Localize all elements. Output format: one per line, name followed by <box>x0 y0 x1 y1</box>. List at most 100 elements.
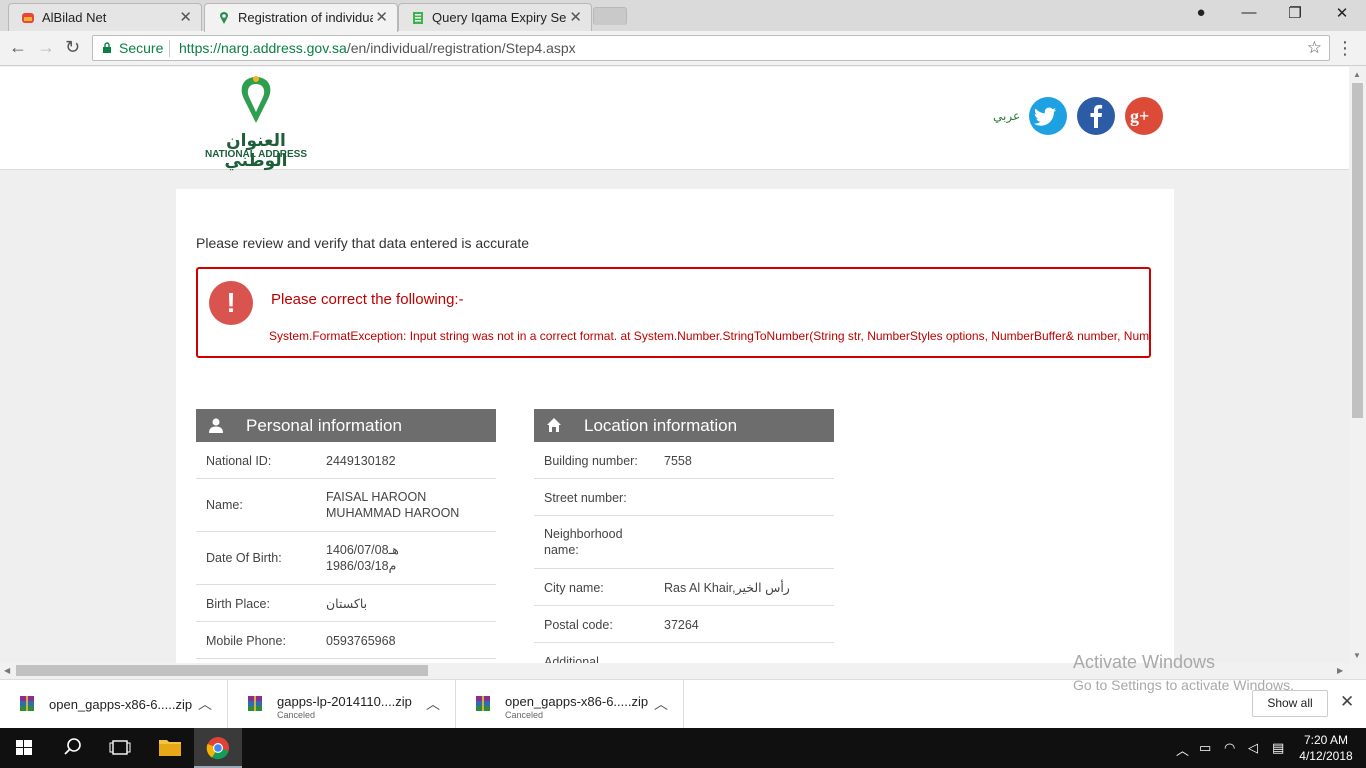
detail-row: National ID: 2449130182 <box>196 442 496 479</box>
url-text[interactable]: https://narg.address.gov.sa/en/individua… <box>179 40 576 56</box>
tab-close-icon[interactable]: ✕ <box>569 8 582 26</box>
error-summary: ! Please correct the following:- System.… <box>196 267 1151 358</box>
search-icon <box>64 738 81 755</box>
chrome-icon <box>206 737 229 760</box>
system-clock[interactable]: 7:20 AM 4/12/2018 <box>1296 732 1356 764</box>
chrome-taskbar-button[interactable] <box>194 728 242 768</box>
activate-windows-title: Activate Windows <box>1073 652 1216 672</box>
field-label: City name: <box>544 581 604 595</box>
field-label: Building number: <box>544 454 638 468</box>
field-label: Additional <box>544 655 599 663</box>
profile-icon[interactable]: ● <box>1186 4 1216 21</box>
download-status: Canceled <box>277 710 316 720</box>
download-item[interactable]: gapps-lp-2014110....zip Canceled ︿ <box>228 680 456 728</box>
download-filename: open_gapps-x86-6.....zip <box>505 694 649 709</box>
user-icon <box>209 418 223 433</box>
archive-file-icon <box>248 696 262 711</box>
location-pin-logo-icon <box>241 76 271 123</box>
browser-tab-strip: AlBilad Net ✕ Registration of individual… <box>0 0 1366 32</box>
show-all-downloads-button[interactable]: Show all <box>1252 690 1328 717</box>
document-favicon-icon <box>413 12 423 24</box>
detail-row: Birth Place: باكستان <box>196 585 496 622</box>
download-item[interactable]: open_gapps-x86-6.....zip Canceled ︿ <box>456 680 684 728</box>
chevron-up-icon[interactable]: ︿ <box>198 694 212 714</box>
show-hidden-icons-icon[interactable]: ︿ <box>1176 740 1189 759</box>
detail-row: Neighborhood name: <box>534 516 834 569</box>
scroll-left-icon[interactable]: ◀ <box>4 666 10 675</box>
detail-row: Street number: <box>534 479 834 516</box>
url-host: https://narg.address.gov.sa <box>179 40 347 56</box>
twitter-icon[interactable] <box>1029 97 1067 135</box>
field-value: 0593765968 <box>326 634 396 648</box>
facebook-icon[interactable] <box>1077 97 1115 135</box>
reload-icon[interactable]: ↻ <box>65 37 80 58</box>
tab-albilad[interactable]: AlBilad Net ✕ <box>8 3 202 31</box>
tab-title: AlBilad Net <box>42 10 107 25</box>
location-information-header: Location information <box>534 409 834 442</box>
svg-text:g+: g+ <box>1130 106 1149 126</box>
field-label: Birth Place: <box>206 597 270 611</box>
browser-toolbar: ← → ↻ Secure https://narg.address.gov.sa… <box>0 31 1366 66</box>
tab-iqama[interactable]: Query Iqama Expiry Servi ✕ <box>398 3 592 31</box>
clock-time: 7:20 AM <box>1303 733 1349 747</box>
language-switch-link[interactable]: عربي <box>993 109 1020 123</box>
detail-row: Mobile Phone: 0593765968 <box>196 622 496 659</box>
battery-icon[interactable]: ▭ <box>1199 740 1211 756</box>
field-label: Date Of Birth: <box>206 551 282 565</box>
start-button[interactable] <box>0 728 48 768</box>
file-explorer-button[interactable] <box>146 728 194 768</box>
page-viewport: العنوان الوطني NATIONAL ADDRESS عربي g+ … <box>0 67 1349 663</box>
chevron-up-icon[interactable]: ︿ <box>654 694 668 714</box>
restore-icon[interactable]: ❐ <box>1280 4 1310 22</box>
field-value-line2: 1986/03/18م <box>326 559 397 573</box>
home-icon <box>547 418 561 432</box>
national-address-favicon-icon <box>219 12 229 24</box>
panel-title: Location information <box>584 416 738 435</box>
forward-icon[interactable]: → <box>37 37 55 58</box>
close-window-icon[interactable]: ✕ <box>1327 4 1357 22</box>
personal-information-header: Personal information <box>196 409 496 442</box>
tab-registration[interactable]: Registration of individual ✕ <box>204 3 398 32</box>
task-view-icon <box>109 740 131 755</box>
vertical-scroll-thumb[interactable] <box>1352 83 1363 418</box>
download-status: Canceled <box>505 710 544 720</box>
location-information-panel: Location information Building number: 75… <box>534 409 834 663</box>
vertical-scrollbar[interactable]: ▲ ▼ <box>1349 67 1366 663</box>
minimize-icon[interactable]: — <box>1234 4 1264 21</box>
bookmark-star-icon[interactable]: ☆ <box>1307 38 1322 58</box>
horizontal-scroll-thumb[interactable] <box>16 665 428 676</box>
scroll-down-icon[interactable]: ▼ <box>1353 651 1361 660</box>
chevron-up-icon[interactable]: ︿ <box>426 694 440 714</box>
scroll-right-icon[interactable]: ▶ <box>1337 666 1343 675</box>
google-plus-icon[interactable]: g+ <box>1125 97 1163 135</box>
back-icon[interactable]: ← <box>9 37 27 58</box>
windows-logo-icon <box>16 740 32 755</box>
close-downloads-icon[interactable]: ✕ <box>1340 692 1354 712</box>
scroll-up-icon[interactable]: ▲ <box>1353 70 1361 79</box>
error-detail: System.FormatException: Input string was… <box>269 329 1150 343</box>
browser-menu-icon[interactable]: ⋮ <box>1336 38 1354 59</box>
download-item[interactable]: open_gapps-x86-6.....zip ︿ <box>0 680 228 728</box>
review-instruction: Please review and verify that data enter… <box>196 235 530 251</box>
tab-close-icon[interactable]: ✕ <box>179 8 192 26</box>
national-address-logo[interactable]: العنوان الوطني NATIONAL ADDRESS <box>200 75 312 171</box>
windows-taskbar: ︿ ▭ ◠ ◁ ▤ 7:20 AM 4/12/2018 <box>0 728 1366 768</box>
review-card: Please review and verify that data enter… <box>176 189 1174 663</box>
panel-title: Personal information <box>246 416 402 435</box>
archive-file-icon <box>20 696 34 711</box>
field-value: FAISAL HAROON <box>326 490 427 504</box>
field-value: 1406/07/08هـ <box>326 543 399 557</box>
detail-row: City name: Ras Al Khair,رأس الخير <box>534 569 834 606</box>
detail-row: Name: FAISAL HAROON MUHAMMAD HAROON <box>196 479 496 532</box>
tab-close-icon[interactable]: ✕ <box>375 8 388 26</box>
new-tab-button[interactable] <box>593 7 627 25</box>
task-view-button[interactable] <box>96 728 144 768</box>
notifications-icon[interactable]: ▤ <box>1272 740 1284 756</box>
search-button[interactable] <box>48 728 96 768</box>
detail-row: Building number: 7558 <box>534 442 834 479</box>
wifi-icon[interactable]: ◠ <box>1224 740 1235 756</box>
volume-icon[interactable]: ◁ <box>1248 740 1258 756</box>
personal-information-panel: Personal information National ID: 244913… <box>196 409 496 659</box>
address-bar[interactable]: Secure https://narg.address.gov.sa/en/in… <box>92 35 1330 61</box>
logo-english-text: NATIONAL ADDRESS <box>204 149 308 160</box>
